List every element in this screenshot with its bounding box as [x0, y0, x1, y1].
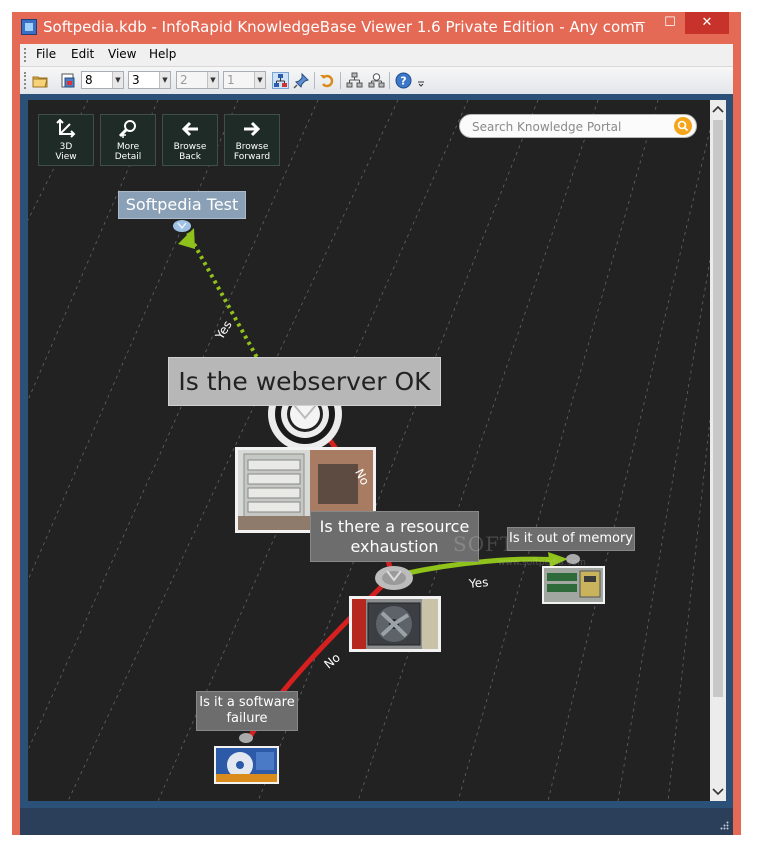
toolbar-separator	[389, 72, 390, 89]
width-combo-value: 2	[180, 73, 188, 87]
toolbar-overflow-icon[interactable]	[416, 72, 426, 89]
depth-combo-value: 3	[132, 73, 140, 87]
menu-help[interactable]: Help	[149, 47, 176, 61]
node-webserver-ok[interactable]: Is the webserver OK	[168, 357, 441, 406]
toolbar-separator	[340, 72, 341, 89]
node-software-failure-line2: failure	[226, 711, 268, 726]
browse-forward-button[interactable]: Browse Forward	[224, 114, 280, 166]
memory-board-image[interactable]	[542, 566, 605, 604]
svg-text:?: ?	[400, 75, 406, 88]
3d-view-label-1: 3D	[59, 142, 73, 152]
menu-file[interactable]: File	[36, 47, 56, 61]
network-search-icon[interactable]	[368, 72, 385, 89]
softpedia-node-handle[interactable]	[173, 220, 191, 232]
toolbar-separator	[314, 72, 315, 89]
scroll-up-icon[interactable]	[710, 102, 726, 118]
title-bar[interactable]: Softpedia.kdb - InfoRapid KnowledgeBase …	[12, 12, 741, 44]
more-detail-label-1: More	[116, 142, 140, 152]
software-box-image[interactable]	[214, 746, 279, 784]
search-box	[459, 114, 697, 138]
chevron-down-icon[interactable]: ▼	[112, 72, 123, 88]
menu-bar: File Edit View Help	[20, 44, 733, 67]
width-combo: 2 ▼	[176, 71, 219, 89]
3d-view-button[interactable]: 3D View	[38, 114, 94, 166]
help-icon[interactable]: ?	[395, 72, 412, 89]
search-icon	[677, 120, 689, 132]
3d-view-label-2: View	[55, 152, 77, 162]
minimize-button[interactable]: —	[624, 12, 654, 34]
canvas-frame: 3D View More Detail Browse Back Browse F…	[20, 94, 733, 808]
browse-back-label-1: Browse	[173, 142, 207, 152]
database-icon[interactable]	[60, 72, 77, 89]
app-window: Softpedia.kdb - InfoRapid KnowledgeBase …	[12, 12, 741, 835]
zoom-in-icon	[116, 118, 140, 140]
node-resource-exhaustion-line2: exhaustion	[350, 537, 439, 556]
window-title: Softpedia.kdb - InfoRapid KnowledgeBase …	[43, 18, 643, 36]
levels-combo-value: 8	[85, 73, 93, 87]
search-input[interactable]	[470, 118, 664, 136]
resource-node-handle[interactable]	[375, 566, 413, 590]
close-button[interactable]: ✕	[685, 12, 729, 34]
chevron-down-icon[interactable]: ▼	[159, 72, 170, 88]
menu-grip[interactable]	[24, 48, 28, 62]
node-software-failure-line1: Is it a software	[199, 695, 295, 710]
browse-forward-label-1: Browse	[235, 142, 269, 152]
arrow-right-icon	[240, 118, 264, 140]
menu-view[interactable]: View	[108, 47, 136, 61]
knowledge-graph-canvas[interactable]: 3D View More Detail Browse Back Browse F…	[28, 100, 710, 801]
scrollbar-thumb[interactable]	[713, 120, 723, 697]
more-detail-label-2: Detail	[114, 152, 142, 162]
resize-grip-icon[interactable]	[719, 821, 729, 831]
pin-icon[interactable]	[293, 72, 310, 89]
depth-combo[interactable]: 3 ▼	[128, 71, 171, 89]
node-software-failure[interactable]: Is it a software failure	[196, 691, 298, 731]
maximize-button[interactable]: ☐	[655, 12, 685, 34]
cpu-fan-image[interactable]	[349, 596, 441, 652]
app-icon[interactable]	[21, 19, 37, 35]
open-folder-icon[interactable]	[32, 72, 49, 89]
spacing-combo: 1 ▼	[223, 71, 266, 89]
software-node-handle[interactable]	[239, 733, 253, 743]
browse-forward-label-2: Forward	[233, 152, 271, 162]
chevron-down-icon: ▼	[207, 72, 218, 88]
3d-axes-icon	[54, 118, 78, 140]
edge-label-yes-2: Yes	[468, 575, 490, 591]
node-softpedia-test[interactable]: Softpedia Test	[118, 191, 246, 219]
toolbar: 8 ▼ 3 ▼ 2 ▼ 1 ▼ ?	[20, 67, 733, 95]
undo-icon[interactable]	[319, 72, 336, 89]
tree-layout-icon[interactable]	[272, 72, 289, 89]
search-button[interactable]	[674, 117, 692, 135]
status-bar	[20, 808, 733, 835]
browse-back-label-2: Back	[179, 152, 201, 162]
network-icon[interactable]	[346, 72, 363, 89]
levels-combo[interactable]: 8 ▼	[81, 71, 124, 89]
toolbar-grip[interactable]	[24, 72, 28, 89]
node-resource-exhaustion-line1: Is there a resource	[319, 517, 470, 536]
more-detail-button[interactable]: More Detail	[100, 114, 156, 166]
spacing-combo-value: 1	[227, 73, 235, 87]
arrow-left-icon	[178, 118, 202, 140]
scroll-down-icon[interactable]	[710, 783, 726, 799]
menu-edit[interactable]: Edit	[71, 47, 94, 61]
chevron-down-icon: ▼	[254, 72, 265, 88]
node-out-of-memory[interactable]: Is it out of memory	[507, 527, 635, 551]
browse-back-button[interactable]: Browse Back	[162, 114, 218, 166]
edge-yes-1	[186, 232, 262, 364]
vertical-scrollbar[interactable]	[710, 100, 726, 801]
